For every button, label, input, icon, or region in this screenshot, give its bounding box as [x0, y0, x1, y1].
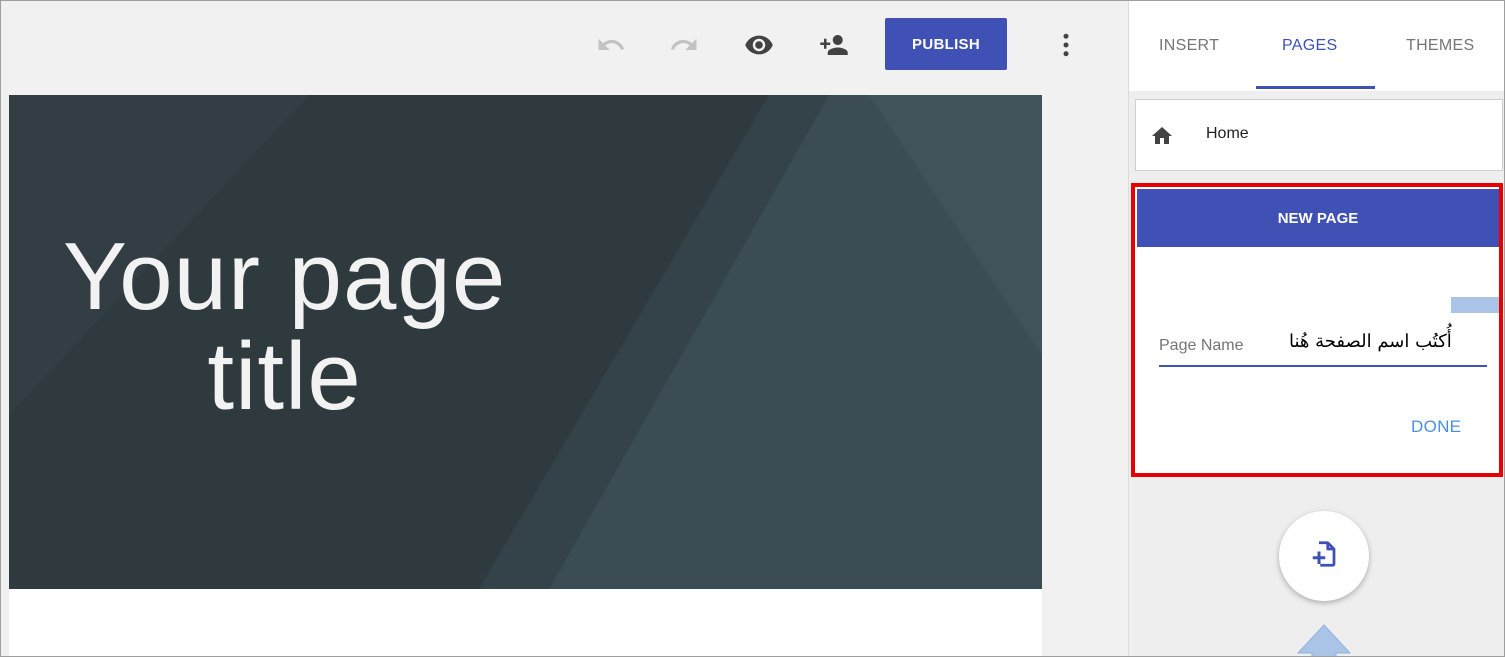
- home-icon: [1150, 124, 1174, 153]
- eye-icon[interactable]: [741, 27, 777, 63]
- tab-pages[interactable]: PAGES: [1282, 37, 1337, 55]
- add-page-button[interactable]: [1279, 511, 1369, 601]
- annotation-text: أُكتُب اسم الصفحة هُنا: [1289, 331, 1452, 352]
- redo-icon[interactable]: [666, 27, 702, 63]
- publish-button[interactable]: PUBLISH: [885, 18, 1007, 70]
- new-page-header: NEW PAGE: [1137, 189, 1499, 247]
- undo-icon[interactable]: [593, 27, 629, 63]
- tab-insert[interactable]: INSERT: [1159, 37, 1219, 55]
- page-name-input[interactable]: Page Name: [1159, 337, 1244, 355]
- new-page-dialog: NEW PAGE Page Name أُكتُب اسم الصفحة هُن…: [1131, 183, 1503, 477]
- tab-themes[interactable]: THEMES: [1406, 37, 1474, 55]
- page-canvas[interactable]: Your page title: [9, 95, 1042, 656]
- app-window: PUBLISH Your page title INSERT PAGES THE…: [0, 0, 1505, 657]
- active-tab-indicator: [1256, 86, 1375, 89]
- page-item-label: Home: [1206, 125, 1249, 142]
- pointer-arrow-shape: [1451, 297, 1499, 313]
- up-arrow-icon: [1294, 623, 1354, 656]
- panel-tabs: INSERT PAGES THEMES: [1129, 1, 1504, 91]
- done-button[interactable]: DONE: [1411, 417, 1461, 437]
- side-panel: INSERT PAGES THEMES Home NEW PAGE Page N…: [1128, 1, 1504, 656]
- add-page-icon: [1309, 539, 1339, 574]
- person-add-icon[interactable]: [816, 27, 852, 63]
- editor-area: PUBLISH Your page title: [1, 1, 1128, 656]
- new-page-body: Page Name أُكتُب اسم الصفحة هُنا DONE: [1137, 247, 1499, 473]
- page-title-line-2: title: [207, 323, 362, 430]
- toolbar: PUBLISH: [1, 1, 1128, 95]
- page-title-line-1: Your page: [63, 223, 507, 330]
- input-underline: [1159, 365, 1487, 367]
- page-title[interactable]: Your page title: [63, 227, 506, 427]
- more-vertical-icon[interactable]: [1048, 27, 1084, 63]
- hero-banner[interactable]: Your page title: [9, 95, 1042, 589]
- page-item-home[interactable]: Home: [1135, 99, 1503, 171]
